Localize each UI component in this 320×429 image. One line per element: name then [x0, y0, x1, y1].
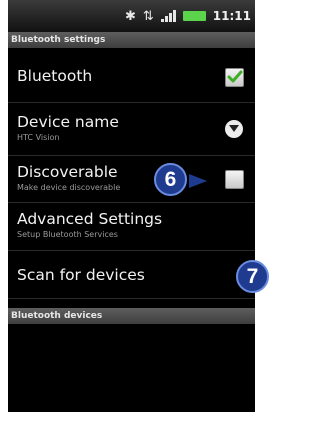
row-title: Discoverable	[17, 163, 118, 181]
discoverable-checkbox[interactable]	[225, 170, 244, 189]
phone-frame: ✱ ⇅ 11:11 Bluetooth settings Bluetooth D…	[0, 0, 269, 429]
advanced-settings-row[interactable]: Advanced Settings Setup Bluetooth Servic…	[8, 203, 255, 251]
checkmark-icon	[227, 70, 243, 83]
discoverable-row[interactable]: Discoverable Make device discoverable	[8, 156, 255, 203]
callout-badge-6: 6	[154, 163, 187, 196]
clock: 11:11	[212, 9, 251, 23]
device-name-row[interactable]: Device name HTC Vision	[8, 103, 255, 156]
bluetooth-toggle-row[interactable]: Bluetooth	[8, 48, 255, 103]
bluetooth-checkbox[interactable]	[225, 68, 244, 87]
row-title: Device name	[17, 113, 119, 131]
row-title: Bluetooth	[17, 67, 93, 85]
screen: ✱ ⇅ 11:11 Bluetooth settings Bluetooth D…	[8, 0, 255, 412]
row-title: Advanced Settings	[17, 210, 163, 228]
battery-icon	[182, 11, 206, 21]
row-subtitle: HTC Vision	[17, 133, 60, 142]
bluetooth-icon: ✱	[124, 8, 136, 24]
callout-badge-7: 7	[236, 260, 269, 293]
callout-arrow-icon	[189, 174, 207, 188]
row-subtitle: Make device discoverable	[17, 183, 121, 192]
row-title: Scan for devices	[17, 266, 145, 284]
status-bar: ✱ ⇅ 11:11	[8, 0, 255, 32]
signal-icon	[160, 10, 176, 22]
network-icon: ⇅	[142, 8, 154, 24]
chevron-down-icon[interactable]	[225, 120, 243, 138]
row-subtitle: Setup Bluetooth Services	[17, 230, 118, 239]
section-header-bluetooth-settings: Bluetooth settings	[8, 32, 255, 48]
scan-for-devices-row[interactable]: Scan for devices	[8, 251, 255, 299]
section-header-bluetooth-devices: Bluetooth devices	[8, 308, 255, 324]
